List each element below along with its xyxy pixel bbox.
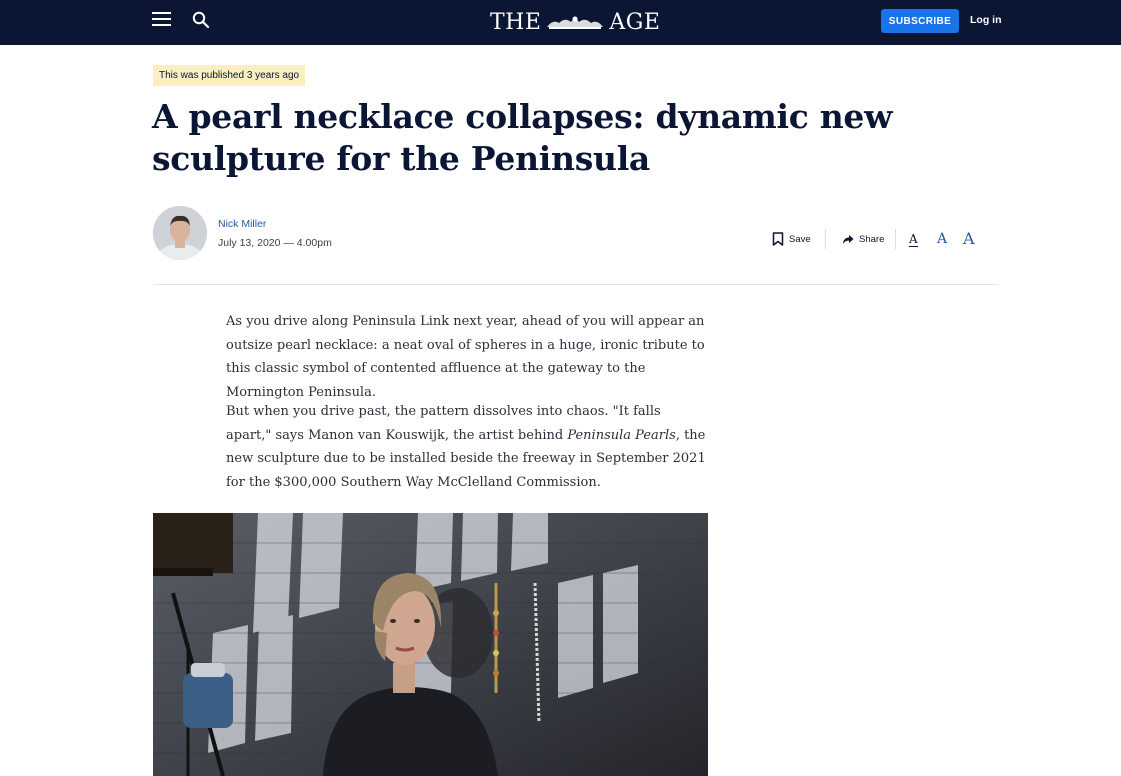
artwork-title: Peninsula Pearls, bbox=[567, 427, 680, 443]
the-age-logo[interactable]: THE AGE bbox=[490, 9, 660, 35]
font-size-medium-button[interactable]: A bbox=[937, 231, 947, 247]
byline-divider bbox=[153, 284, 999, 285]
author-name-link[interactable]: Nick Miller bbox=[218, 218, 266, 230]
save-button[interactable]: Save bbox=[772, 231, 811, 247]
logo-text-the: THE bbox=[490, 9, 542, 35]
article-headline: A pearl necklace collapses: dynamic new … bbox=[152, 97, 893, 178]
logo-crest-icon bbox=[547, 16, 604, 29]
bookmark-icon bbox=[772, 232, 784, 246]
share-button[interactable]: Share bbox=[842, 231, 884, 247]
login-link[interactable]: Log in bbox=[970, 14, 1002, 26]
published-age-badge: This was published 3 years ago bbox=[153, 65, 306, 86]
top-navigation-bar: THE AGE SUBSCRIBE Log in bbox=[0, 0, 1121, 45]
share-label: Share bbox=[859, 233, 885, 245]
search-icon[interactable] bbox=[192, 11, 212, 31]
logo-text-age: AGE bbox=[609, 9, 661, 35]
article-photo[interactable] bbox=[153, 513, 708, 776]
font-size-large-button[interactable]: A bbox=[963, 229, 975, 248]
subscribe-button[interactable]: SUBSCRIBE bbox=[881, 9, 959, 33]
menu-icon[interactable] bbox=[152, 12, 172, 30]
toolbar-divider bbox=[825, 229, 826, 249]
font-size-small-button[interactable]: A bbox=[909, 233, 918, 247]
article-dateline: July 13, 2020 — 4.00pm bbox=[218, 237, 332, 249]
author-avatar[interactable] bbox=[153, 206, 207, 260]
toolbar-divider bbox=[895, 229, 896, 249]
save-label: Save bbox=[789, 233, 811, 245]
article-paragraph-2: But when you drive past, the pattern dis… bbox=[226, 400, 710, 494]
article-paragraph-1: As you drive along Peninsula Link next y… bbox=[226, 314, 705, 400]
share-arrow-icon bbox=[842, 234, 854, 244]
